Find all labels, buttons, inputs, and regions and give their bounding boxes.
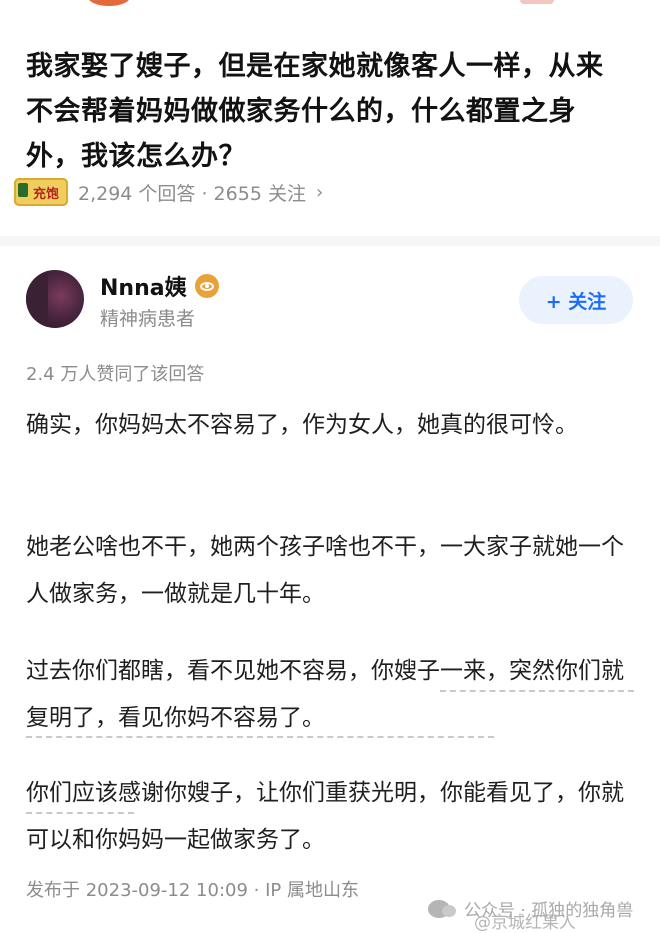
highlight-underline [26, 736, 494, 738]
author-name-row[interactable]: Nnna姨 [100, 270, 219, 302]
author-name[interactable]: Nnna姨 [100, 270, 187, 302]
chevron-right-icon: › [315, 181, 324, 203]
answer-paragraph: 过去你们都瞎，看不见她不容易，你嫂子一来，突然你们就复明了，看见你妈不容易了。 [26, 658, 624, 731]
question-meta[interactable]: 充饱 2,294 个回答 · 2655 关注 › [14, 176, 323, 208]
eye-badge-icon [194, 274, 219, 298]
top-bar-fragment [520, 0, 554, 4]
flag-icon [18, 183, 28, 197]
question-badge: 充饱 [14, 178, 68, 206]
vote-count: 2.4 万人赞同了该回答 [26, 364, 205, 385]
watermark-sub: @京城红果人 [474, 913, 576, 933]
top-avatar-fragment [88, 0, 130, 6]
author-bio: 精神病患者 [100, 308, 196, 330]
question-title[interactable]: 我家娶了嫂子，但是在家她就像客人一样，从来不会帮着妈妈做做家务什么的，什么都置之… [26, 44, 626, 179]
highlight-underline [26, 812, 134, 814]
follow-button[interactable]: + 关注 [519, 276, 633, 324]
publish-info: 发布于 2023-09-12 10:09 · IP 属地山东 [26, 880, 359, 901]
highlight-underline [440, 690, 634, 692]
section-divider [0, 236, 660, 246]
answer-follow-count: 2,294 个回答 · 2655 关注 [78, 182, 306, 205]
answer-paragraph: 她老公啥也不干，她两个孩子啥也不干，一大家子就她一个人做家务，一做就是几十年。 [26, 534, 624, 607]
answer-paragraph: 确实，你妈妈太不容易了，作为女人，她真的很可怜。 [26, 412, 578, 438]
answer-paragraph: 你们应该感谢你嫂子，让你们重获光明，你能看见了，你就可以和你妈妈一起做家务了。 [26, 780, 624, 853]
avatar[interactable] [26, 270, 84, 328]
wechat-icon [428, 899, 456, 918]
badge-label: 充饱 [32, 186, 59, 202]
avatar-shade [26, 270, 48, 328]
